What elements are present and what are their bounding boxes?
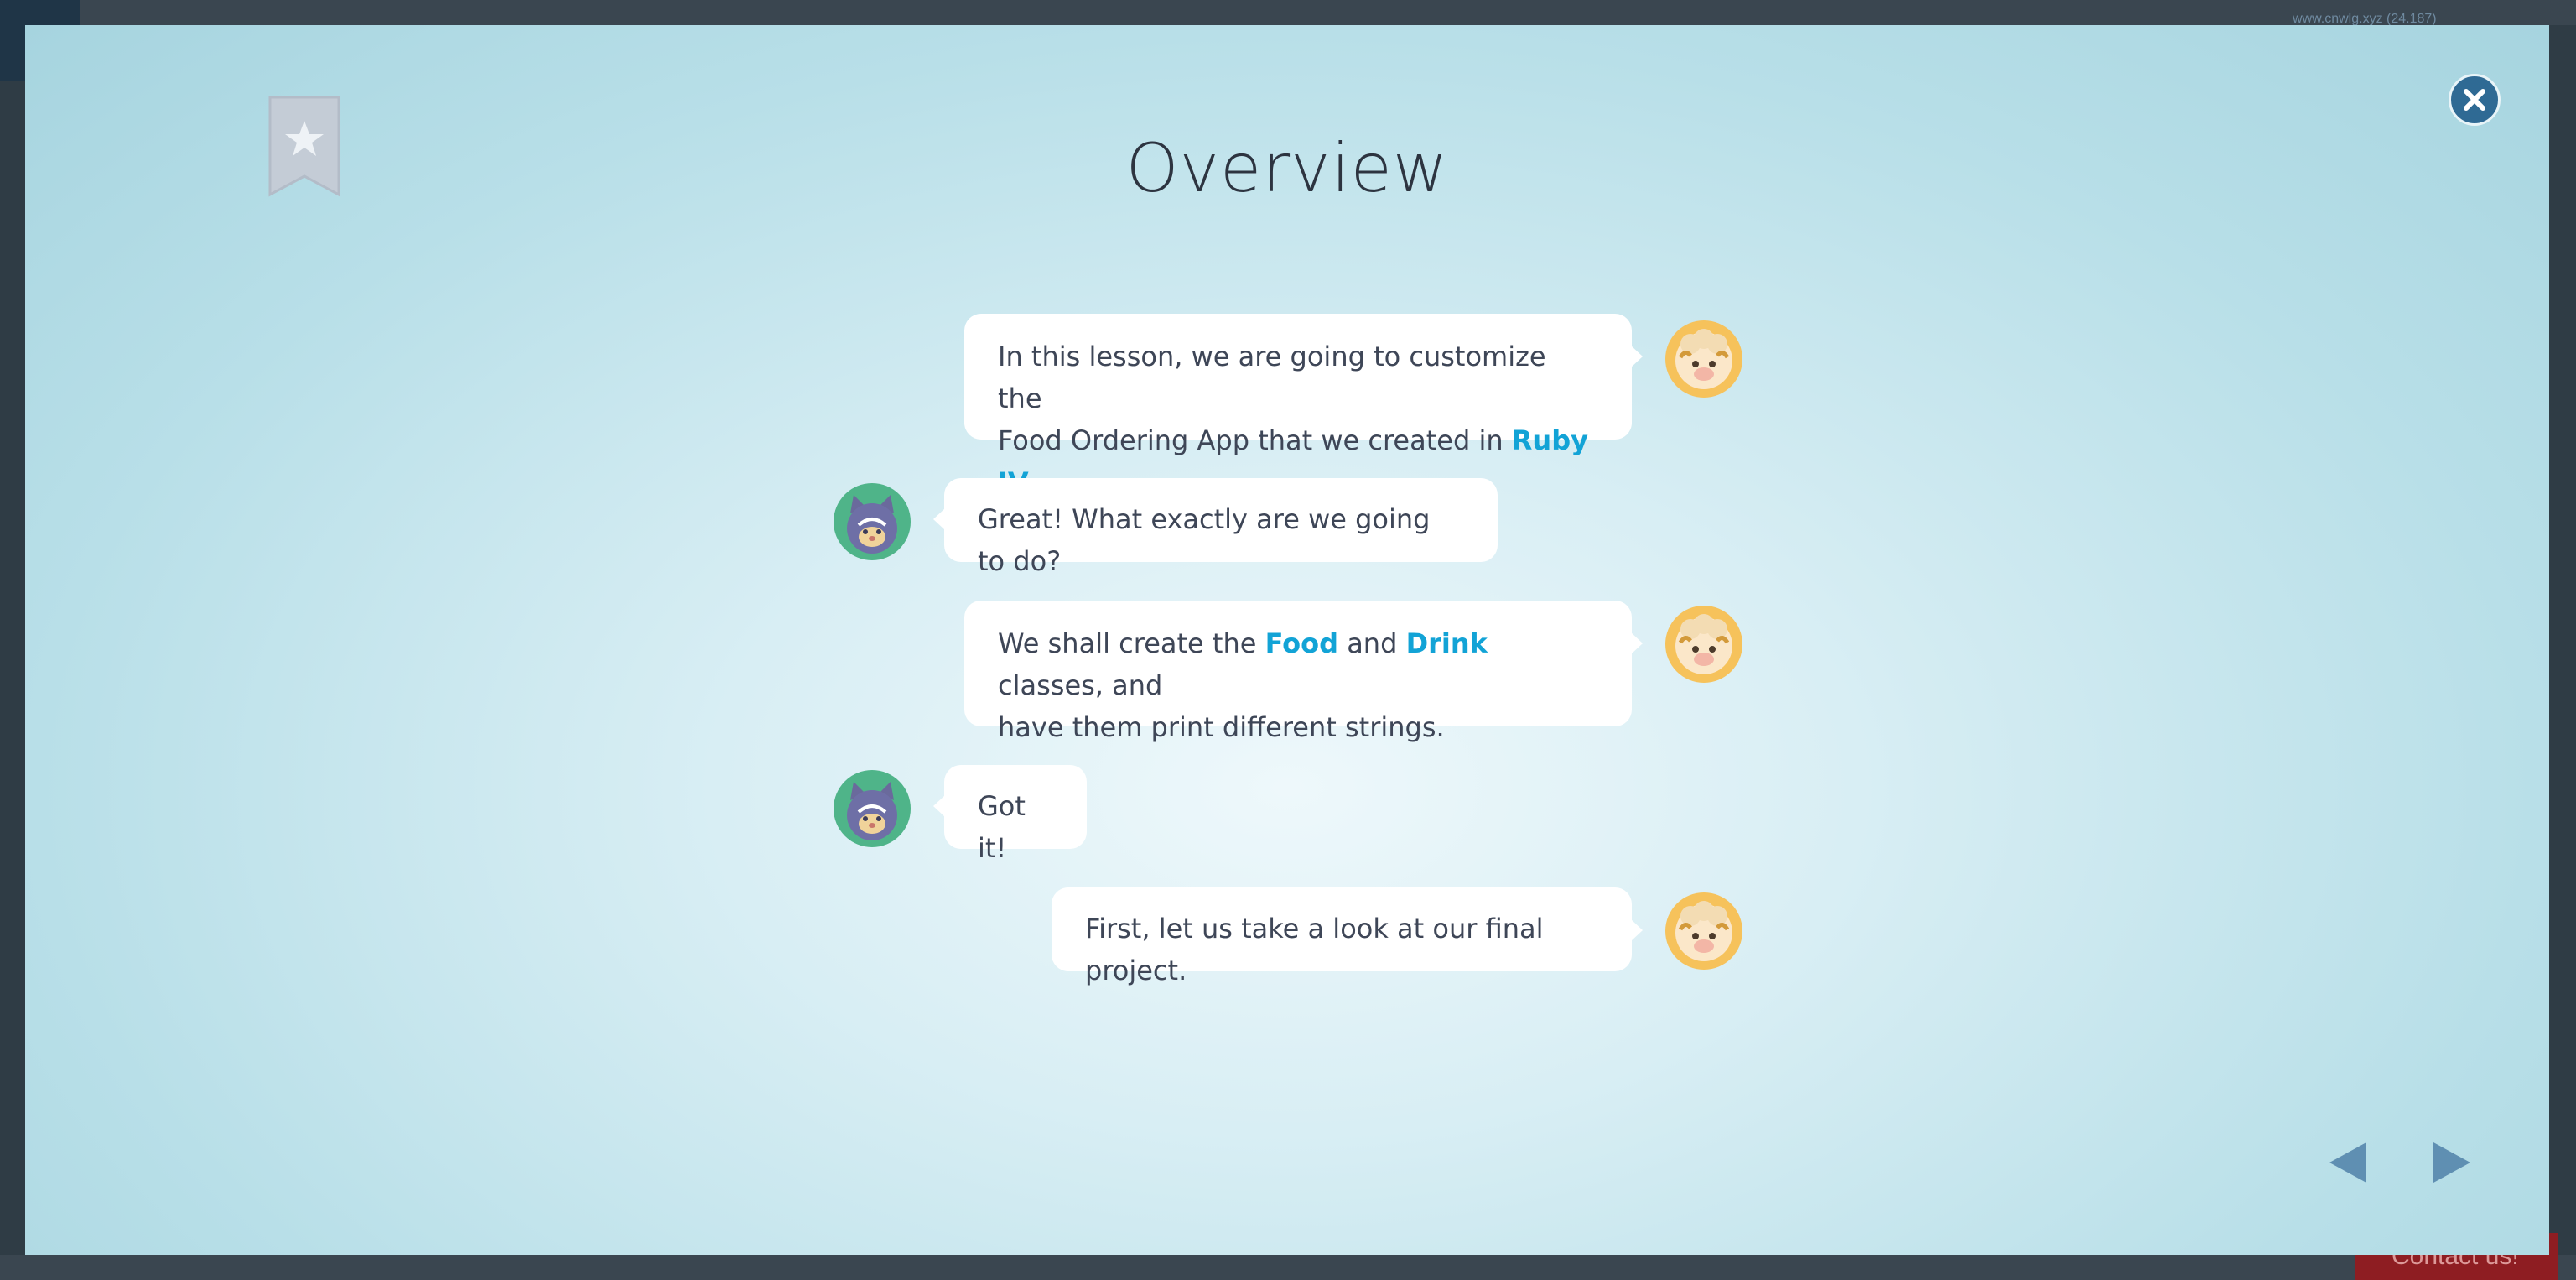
message-text: First, let us take a look at our final p… [1085, 913, 1544, 986]
cat-avatar [834, 770, 911, 847]
cat-avatar [834, 483, 911, 560]
highlight-term: Food [1265, 627, 1339, 659]
sheep-avatar [1665, 606, 1742, 683]
sheep-avatar [1665, 892, 1742, 970]
background-top-bar [0, 0, 2576, 25]
page-title: Overview [1125, 129, 1449, 207]
message-text: classes, and [998, 669, 1163, 701]
chat-message: We shall create the Food and Drink class… [964, 601, 1643, 743]
message-text-line: In this lesson, we are going to customiz… [998, 341, 1546, 414]
message-text-line: We shall create the Food and Drink class… [998, 622, 1598, 706]
message-text: Great! What exactly are we going to do? [978, 503, 1431, 577]
chat-message: In this lesson, we are going to customiz… [964, 314, 1643, 498]
chat-message: Great! What exactly are we going to do? [933, 478, 1498, 577]
message-text: and [1338, 627, 1406, 659]
background-bottom-bar [0, 1255, 2576, 1280]
prev-arrow-icon[interactable] [2328, 1141, 2368, 1184]
highlight-term: Drink [1405, 627, 1488, 659]
chat-message: Got it! [933, 765, 1087, 864]
overview-modal: Overview In this lesson, we are going to… [25, 25, 2549, 1255]
message-text-line: have them print different strings. [998, 711, 1445, 743]
chat-message: First, let us take a look at our final p… [1052, 887, 1643, 986]
message-text: We shall create the [998, 627, 1265, 659]
sheep-avatar [1665, 320, 1742, 398]
message-text: Food Ordering App that we created in [998, 424, 1512, 456]
close-icon [2464, 89, 2485, 111]
message-text: Got it! [978, 790, 1026, 864]
close-button[interactable] [2449, 74, 2501, 126]
next-arrow-icon[interactable] [2432, 1141, 2472, 1184]
